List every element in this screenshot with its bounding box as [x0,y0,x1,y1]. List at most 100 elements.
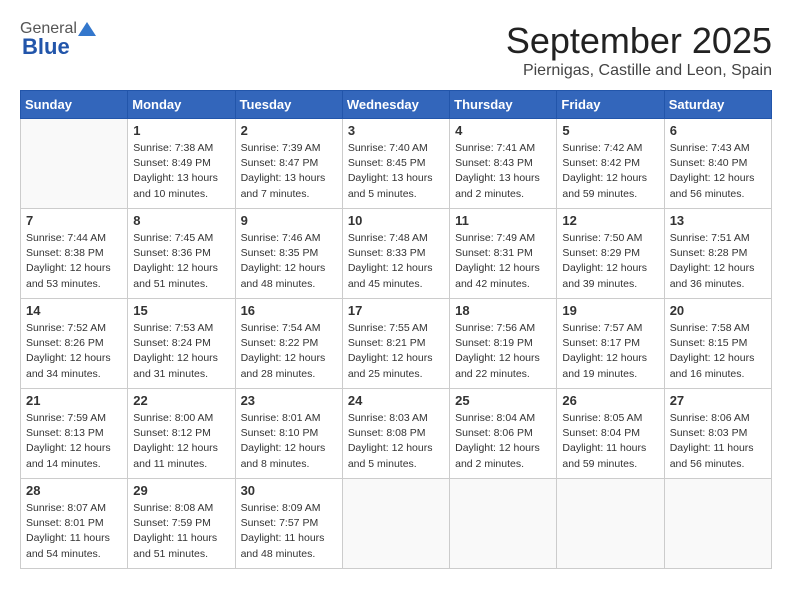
day-info: Sunrise: 8:06 AM Sunset: 8:03 PM Dayligh… [670,411,766,472]
day-number: 25 [455,393,551,408]
logo-blue-text: Blue [20,34,70,60]
calendar-cell: 4 Sunrise: 7:41 AM Sunset: 8:43 PM Daylig… [450,119,557,209]
day-number: 16 [241,303,337,318]
calendar-cell: 18 Sunrise: 7:56 AM Sunset: 8:19 PM Dayli… [450,299,557,389]
day-number: 28 [26,483,122,498]
calendar-cell: 16 Sunrise: 7:54 AM Sunset: 8:22 PM Dayli… [235,299,342,389]
day-number: 6 [670,123,766,138]
header-row: Sunday Monday Tuesday Wednesday Thursday… [21,91,772,119]
day-number: 30 [241,483,337,498]
day-number: 11 [455,213,551,228]
header-tuesday: Tuesday [235,91,342,119]
day-info: Sunrise: 7:49 AM Sunset: 8:31 PM Dayligh… [455,231,551,292]
day-number: 10 [348,213,444,228]
header-wednesday: Wednesday [342,91,449,119]
day-info: Sunrise: 8:00 AM Sunset: 8:12 PM Dayligh… [133,411,229,472]
day-info: Sunrise: 7:55 AM Sunset: 8:21 PM Dayligh… [348,321,444,382]
month-title: September 2025 [506,20,772,62]
day-number: 4 [455,123,551,138]
day-info: Sunrise: 7:59 AM Sunset: 8:13 PM Dayligh… [26,411,122,472]
calendar-cell: 12 Sunrise: 7:50 AM Sunset: 8:29 PM Dayli… [557,209,664,299]
calendar-cell: 27 Sunrise: 8:06 AM Sunset: 8:03 PM Dayli… [664,389,771,479]
calendar-week-2: 7 Sunrise: 7:44 AM Sunset: 8:38 PM Daylig… [21,209,772,299]
header-monday: Monday [128,91,235,119]
calendar-cell: 19 Sunrise: 7:57 AM Sunset: 8:17 PM Dayli… [557,299,664,389]
logo-icon [78,20,96,38]
day-info: Sunrise: 7:44 AM Sunset: 8:38 PM Dayligh… [26,231,122,292]
calendar-cell: 22 Sunrise: 8:00 AM Sunset: 8:12 PM Dayli… [128,389,235,479]
calendar-cell: 28 Sunrise: 8:07 AM Sunset: 8:01 PM Dayli… [21,479,128,569]
day-number: 18 [455,303,551,318]
calendar-cell: 8 Sunrise: 7:45 AM Sunset: 8:36 PM Daylig… [128,209,235,299]
day-info: Sunrise: 7:57 AM Sunset: 8:17 PM Dayligh… [562,321,658,382]
calendar-cell: 21 Sunrise: 7:59 AM Sunset: 8:13 PM Dayli… [21,389,128,479]
day-info: Sunrise: 7:58 AM Sunset: 8:15 PM Dayligh… [670,321,766,382]
calendar-cell: 30 Sunrise: 8:09 AM Sunset: 7:57 PM Dayli… [235,479,342,569]
day-info: Sunrise: 7:56 AM Sunset: 8:19 PM Dayligh… [455,321,551,382]
day-number: 1 [133,123,229,138]
day-info: Sunrise: 7:41 AM Sunset: 8:43 PM Dayligh… [455,141,551,202]
day-number: 24 [348,393,444,408]
day-number: 27 [670,393,766,408]
day-info: Sunrise: 7:54 AM Sunset: 8:22 PM Dayligh… [241,321,337,382]
calendar-cell: 24 Sunrise: 8:03 AM Sunset: 8:08 PM Dayli… [342,389,449,479]
day-info: Sunrise: 7:43 AM Sunset: 8:40 PM Dayligh… [670,141,766,202]
calendar-cell: 17 Sunrise: 7:55 AM Sunset: 8:21 PM Dayli… [342,299,449,389]
calendar-cell [450,479,557,569]
day-number: 26 [562,393,658,408]
header-thursday: Thursday [450,91,557,119]
day-info: Sunrise: 7:38 AM Sunset: 8:49 PM Dayligh… [133,141,229,202]
day-info: Sunrise: 8:07 AM Sunset: 8:01 PM Dayligh… [26,501,122,562]
day-number: 2 [241,123,337,138]
calendar-cell: 13Sunrise: 7:51 AM Sunset: 8:28 PM Dayli… [664,209,771,299]
day-info: Sunrise: 7:39 AM Sunset: 8:47 PM Dayligh… [241,141,337,202]
day-number: 3 [348,123,444,138]
page-header: General Blue September 2025 Piernigas, C… [20,20,772,80]
location: Piernigas, Castille and Leon, Spain [506,62,772,80]
day-info: Sunrise: 8:04 AM Sunset: 8:06 PM Dayligh… [455,411,551,472]
day-info: Sunrise: 7:50 AM Sunset: 8:29 PM Dayligh… [562,231,658,292]
calendar-cell: 23 Sunrise: 8:01 AM Sunset: 8:10 PM Dayli… [235,389,342,479]
header-friday: Friday [557,91,664,119]
day-number: 7 [26,213,122,228]
day-info: Sunrise: 7:53 AM Sunset: 8:24 PM Dayligh… [133,321,229,382]
calendar-header: Sunday Monday Tuesday Wednesday Thursday… [21,91,772,119]
day-info: Sunrise: 8:09 AM Sunset: 7:57 PM Dayligh… [241,501,337,562]
calendar-table: Sunday Monday Tuesday Wednesday Thursday… [20,90,772,569]
calendar-cell: 11 Sunrise: 7:49 AM Sunset: 8:31 PM Dayli… [450,209,557,299]
calendar-cell: 25 Sunrise: 8:04 AM Sunset: 8:06 PM Dayli… [450,389,557,479]
calendar-body: 1 Sunrise: 7:38 AM Sunset: 8:49 PM Daylig… [21,119,772,569]
logo: General Blue [20,20,97,60]
calendar-cell [21,119,128,209]
day-number: 17 [348,303,444,318]
header-saturday: Saturday [664,91,771,119]
calendar-week-5: 28 Sunrise: 8:07 AM Sunset: 8:01 PM Dayli… [21,479,772,569]
day-number: 22 [133,393,229,408]
day-info: Sunrise: 8:03 AM Sunset: 8:08 PM Dayligh… [348,411,444,472]
day-number: 23 [241,393,337,408]
day-info: Sunrise: 7:48 AM Sunset: 8:33 PM Dayligh… [348,231,444,292]
day-info: Sunrise: 7:45 AM Sunset: 8:36 PM Dayligh… [133,231,229,292]
day-number: 19 [562,303,658,318]
calendar-week-3: 14Sunrise: 7:52 AM Sunset: 8:26 PM Dayli… [21,299,772,389]
day-number: 9 [241,213,337,228]
day-info: Sunrise: 7:52 AM Sunset: 8:26 PM Dayligh… [26,321,122,382]
calendar-week-4: 21 Sunrise: 7:59 AM Sunset: 8:13 PM Dayli… [21,389,772,479]
day-info: Sunrise: 7:42 AM Sunset: 8:42 PM Dayligh… [562,141,658,202]
calendar-cell: 9 Sunrise: 7:46 AM Sunset: 8:35 PM Daylig… [235,209,342,299]
calendar-cell [664,479,771,569]
title-area: September 2025 Piernigas, Castille and L… [506,20,772,80]
day-number: 29 [133,483,229,498]
calendar-cell: 3Sunrise: 7:40 AM Sunset: 8:45 PM Daylig… [342,119,449,209]
day-info: Sunrise: 8:01 AM Sunset: 8:10 PM Dayligh… [241,411,337,472]
day-info: Sunrise: 7:46 AM Sunset: 8:35 PM Dayligh… [241,231,337,292]
day-info: Sunrise: 7:51 AM Sunset: 8:28 PM Dayligh… [670,231,766,292]
day-number: 21 [26,393,122,408]
calendar-cell: 7 Sunrise: 7:44 AM Sunset: 8:38 PM Daylig… [21,209,128,299]
day-info: Sunrise: 8:05 AM Sunset: 8:04 PM Dayligh… [562,411,658,472]
day-number: 8 [133,213,229,228]
day-number: 12 [562,213,658,228]
header-sunday: Sunday [21,91,128,119]
calendar-cell: 14Sunrise: 7:52 AM Sunset: 8:26 PM Dayli… [21,299,128,389]
calendar-cell: 10 Sunrise: 7:48 AM Sunset: 8:33 PM Dayli… [342,209,449,299]
